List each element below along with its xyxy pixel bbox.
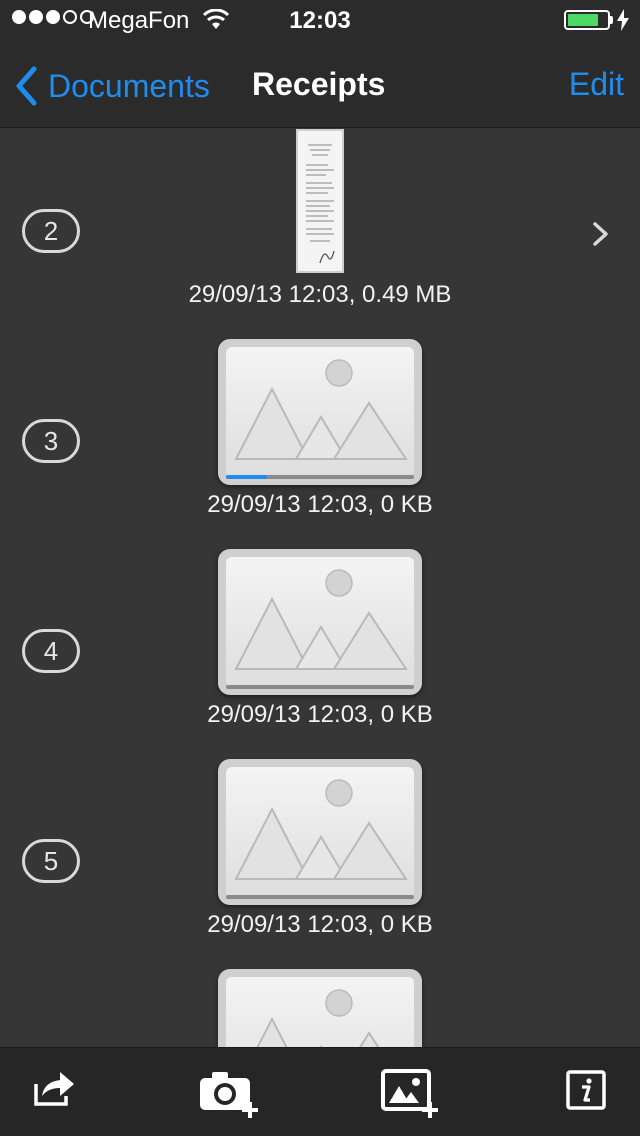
upload-progress-bar — [226, 895, 414, 899]
back-button-label: Documents — [48, 67, 210, 104]
receipt-thumbnail[interactable] — [296, 129, 344, 273]
list-item[interactable]: 2 29/09/13 12:03, 0.49 MB — [0, 129, 640, 339]
item-index-badge: 3 — [22, 419, 80, 463]
top-bar: MegaFon 12:03 Documents Receipts Edit — [0, 0, 640, 128]
upload-progress-bar — [226, 475, 414, 479]
list-item[interactable]: 4 29/09/13 12:03, 0 KB — [0, 549, 640, 759]
image-placeholder-icon — [226, 767, 414, 897]
disclosure-chevron-icon[interactable] — [592, 221, 610, 247]
info-icon[interactable] — [566, 1070, 606, 1115]
battery-icon — [564, 10, 610, 30]
status-time: 12:03 — [289, 7, 351, 34]
list-item[interactable]: 5 29/09/13 12:03, 0 KB — [0, 759, 640, 969]
battery-tip — [610, 16, 613, 24]
item-caption: 29/09/13 12:03, 0 KB — [207, 701, 433, 728]
chevron-left-icon — [16, 66, 37, 106]
list-item[interactable] — [0, 969, 640, 1047]
image-placeholder-icon — [226, 977, 414, 1047]
battery-level — [568, 14, 599, 26]
photo-add-icon[interactable] — [380, 1068, 444, 1125]
bottom-toolbar — [0, 1047, 640, 1136]
upload-progress-fill — [226, 475, 268, 479]
image-thumbnail[interactable] — [218, 549, 422, 695]
item-caption: 29/09/13 12:03, 0 KB — [207, 911, 433, 938]
upload-progress-bar — [226, 685, 414, 689]
status-bar: MegaFon 12:03 — [0, 0, 640, 40]
item-index-badge: 2 — [22, 209, 80, 253]
camera-add-icon[interactable] — [198, 1070, 262, 1125]
image-placeholder-icon — [226, 347, 414, 477]
item-caption: 29/09/13 12:03, 0.49 MB — [188, 281, 452, 308]
item-caption: 29/09/13 12:03, 0 KB — [207, 491, 433, 518]
documents-list[interactable]: 2 29/09/13 12:03, 0.49 MB 3 29/09/13 12:… — [0, 129, 640, 1047]
back-button[interactable]: Documents — [14, 64, 210, 108]
edit-button[interactable]: Edit — [569, 66, 624, 103]
image-placeholder-icon — [226, 557, 414, 687]
share-icon[interactable] — [32, 1068, 76, 1113]
list-item[interactable]: 3 29/09/13 12:03, 0 KB — [0, 339, 640, 549]
image-thumbnail[interactable] — [218, 969, 422, 1047]
image-thumbnail[interactable] — [218, 339, 422, 485]
item-index-badge: 4 — [22, 629, 80, 673]
page-title: Receipts — [252, 66, 386, 102]
charging-icon — [617, 9, 629, 38]
image-thumbnail[interactable] — [218, 759, 422, 905]
item-index-badge: 5 — [22, 839, 80, 883]
